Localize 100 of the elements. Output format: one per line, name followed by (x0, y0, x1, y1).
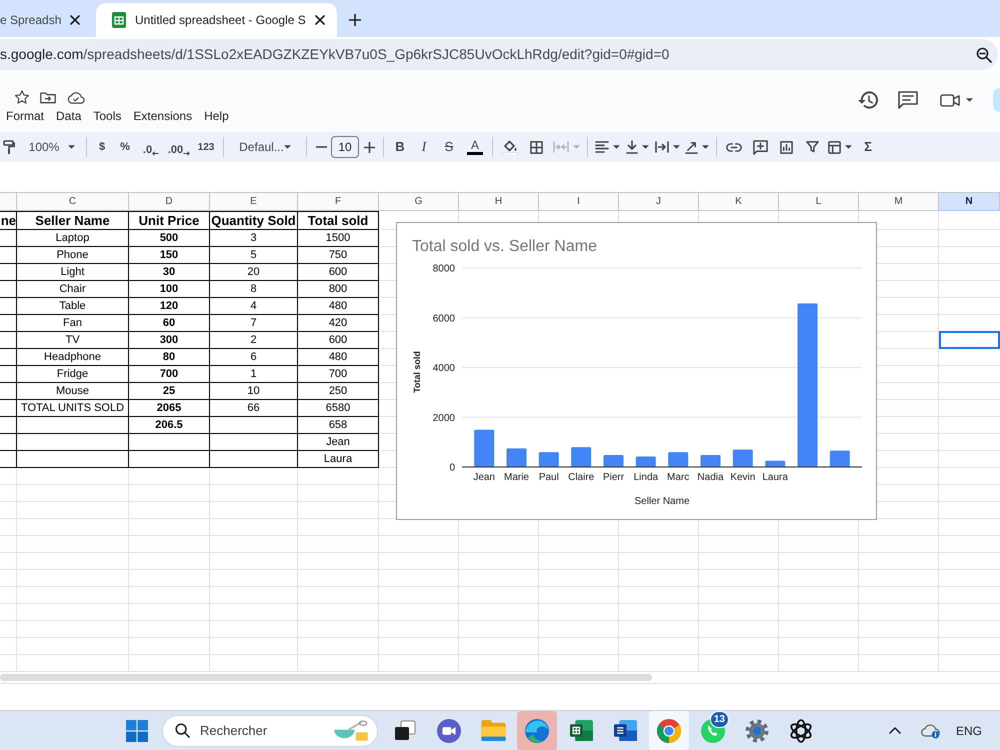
currency-button[interactable]: $ (91, 135, 113, 159)
table-cell: 2 (210, 332, 298, 349)
italic-button[interactable]: I (412, 135, 436, 159)
decrease-decimals-button[interactable]: .0 (137, 135, 165, 159)
table-cell: 80 (129, 349, 210, 366)
column-header[interactable]: G (379, 193, 459, 211)
table-cell: Light (17, 264, 129, 281)
video-camera-icon[interactable] (940, 94, 960, 106)
taskbar-app-button[interactable]: 13 (693, 710, 733, 750)
chart-title: Total sold vs. Seller Name (412, 238, 597, 255)
menu-item[interactable]: Format (0, 106, 50, 126)
task-view-icon (394, 720, 416, 741)
menu-item[interactable]: Tools (87, 106, 128, 126)
column-header[interactable]: F (298, 193, 379, 211)
color-swatch-icon (467, 152, 483, 155)
rotation-icon (685, 140, 698, 154)
zoom-dropdown[interactable]: 100% (22, 135, 82, 159)
axis-category-label: Linda (634, 472, 658, 483)
video-chat-icon (437, 718, 461, 742)
table-cell: 25 (129, 383, 210, 400)
column-header[interactable]: C (17, 193, 129, 211)
axis-category-label: Paul (538, 472, 559, 483)
table-cell: 300 (129, 332, 210, 349)
axis-tick-label: 6000 (432, 313, 455, 324)
table-cell (0, 281, 17, 298)
paint-bucket-icon (502, 139, 518, 155)
strikethrough-button[interactable]: S (436, 135, 462, 159)
table-cell: 3 (210, 230, 298, 247)
column-header[interactable]: E (210, 193, 298, 211)
text-color-button[interactable]: A (462, 135, 488, 159)
functions-button[interactable]: Σ (855, 135, 881, 159)
table-cell: Chair (17, 281, 129, 298)
menu-item[interactable]: Data (50, 106, 88, 126)
new-tab-icon[interactable] (348, 14, 361, 26)
table-cell: 480 (298, 349, 379, 366)
column-header[interactable]: N (939, 193, 1000, 211)
column-header[interactable]: M (859, 193, 939, 211)
history-icon[interactable] (858, 91, 878, 109)
caret-icon (966, 98, 973, 102)
bold-button[interactable]: B (388, 135, 412, 159)
search-field[interactable]: Rechercher (162, 714, 378, 746)
menu-item[interactable]: Extensions (127, 106, 198, 126)
table-cell: 700 (129, 366, 210, 383)
folder-arrow-icon[interactable] (40, 90, 56, 104)
table-cell: 600 (298, 332, 379, 349)
align-bottom-icon (626, 140, 638, 154)
selected-cell[interactable] (939, 331, 1000, 349)
column-header[interactable]: D (129, 193, 210, 211)
column-header[interactable]: K (699, 193, 779, 211)
table-cell (0, 451, 17, 468)
arrow-right-icon (183, 151, 190, 156)
table-cell (0, 366, 17, 383)
table-cell: Mouse (17, 383, 129, 400)
column-header[interactable]: J (619, 193, 699, 211)
browser-tab[interactable]: e Spreadsh (0, 3, 92, 37)
folder-icon (480, 720, 506, 741)
axis-category-label: Marie (504, 472, 529, 483)
close-icon[interactable] (314, 15, 325, 25)
chevron-up-icon[interactable] (888, 727, 901, 734)
column-header[interactable]: H (459, 193, 539, 211)
percent-button[interactable]: % (113, 135, 137, 159)
caret-icon (572, 145, 580, 149)
table-cell (0, 417, 17, 434)
chart-panel[interactable]: Total sold vs. Seller Name 0 2000 4000 6000 8000 Jean Marie Paul Claire Pierr Linda Marc Nadia Kevin Laura Seller Name Total sold (396, 222, 877, 520)
table-cell: Laura (298, 451, 379, 468)
bar (732, 450, 753, 467)
number-format-button[interactable]: 123 (193, 135, 219, 159)
increase-decimals-button[interactable]: .00 (165, 135, 193, 159)
table-cell: 8 (210, 281, 298, 298)
font-size-field[interactable]: 10 (331, 136, 359, 158)
table-cell: 100 (129, 281, 210, 298)
table-header-cell: Unit Price (129, 211, 210, 230)
cloud-check-icon[interactable] (67, 90, 85, 104)
language-indicator[interactable]: ENG (956, 722, 982, 740)
table-cell: Jean (298, 434, 379, 451)
scrollbar-thumb[interactable] (0, 674, 652, 681)
font-dropdown[interactable]: Defaul... (228, 135, 302, 159)
star-icon[interactable] (15, 90, 29, 104)
browser-tab[interactable]: Untitled spreadsheet - Google S (96, 3, 337, 37)
spreadsheet-logo-icon (112, 12, 126, 28)
table-cell: 2065 (129, 400, 210, 417)
column-header[interactable]: L (779, 193, 859, 211)
axis-category-label: Jean (473, 472, 495, 483)
table-cell: Laptop (17, 230, 129, 247)
address-bar[interactable]: s.google.com/spreadsheets/d/1SSLo2xEADGZKZEYkVB7u0S_Gp6krSJC85UvOckLhRdg/edit?gid=0#gid=0 (0, 39, 998, 70)
comment-icon[interactable] (898, 91, 918, 109)
column-header[interactable]: I (539, 193, 619, 211)
table-cell: 658 (298, 417, 379, 434)
bar (604, 455, 624, 467)
menu-item[interactable]: Help (198, 106, 235, 126)
table-cell: 800 (298, 281, 379, 298)
atom-icon (789, 718, 813, 742)
bar (506, 448, 526, 467)
bar (538, 452, 559, 467)
segmented-circle-icon (657, 718, 681, 742)
bowl-whisk-icon (333, 720, 369, 742)
zoom-icon[interactable] (976, 46, 992, 62)
cloud-icon[interactable] (920, 722, 941, 738)
close-icon[interactable] (70, 15, 80, 25)
axis-title: Total sold (412, 351, 422, 393)
